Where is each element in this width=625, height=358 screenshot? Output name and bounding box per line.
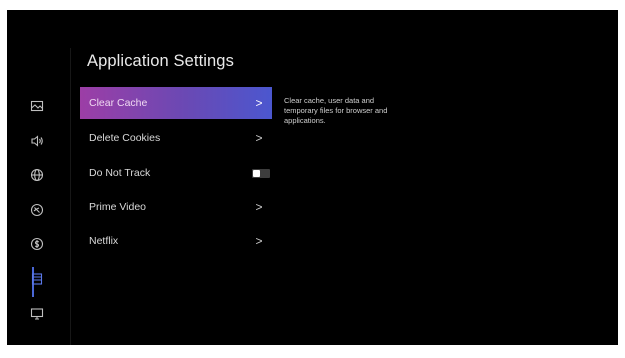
setting-description: Clear cache, user data and temporary fil… <box>284 96 388 125</box>
menu-item-delete-cookies[interactable]: Delete Cookies > <box>80 122 272 154</box>
applications-icon[interactable] <box>27 269 47 289</box>
chevron-right-icon: > <box>255 131 263 145</box>
settings-sidebar <box>7 10 70 345</box>
chevron-right-icon: > <box>255 234 263 248</box>
menu-item-prime-video[interactable]: Prime Video > <box>80 191 272 223</box>
do-not-track-toggle[interactable] <box>252 168 270 178</box>
toggle-knob <box>253 169 260 177</box>
menu-item-label: Prime Video <box>89 201 147 213</box>
menu-item-do-not-track[interactable]: Do Not Track <box>80 157 272 189</box>
sound-icon[interactable] <box>27 131 47 151</box>
menu-item-label: Clear Cache <box>89 97 148 109</box>
page-title: Application Settings <box>87 52 234 70</box>
menu-item-netflix[interactable]: Netflix > <box>80 225 272 257</box>
sidebar-divider <box>70 48 71 345</box>
menu-item-label: Netflix <box>89 235 119 247</box>
tv-screen: Application Settings Clear Cache > Delet… <box>7 10 618 345</box>
menu-item-label: Delete Cookies <box>89 132 161 144</box>
accessibility-icon[interactable] <box>27 200 47 220</box>
privacy-icon[interactable] <box>27 234 47 254</box>
menu-item-label: Do Not Track <box>89 167 151 179</box>
network-icon[interactable] <box>27 165 47 185</box>
picture-icon[interactable] <box>27 96 47 116</box>
menu-item-clear-cache[interactable]: Clear Cache > <box>80 87 272 119</box>
chevron-right-icon: > <box>255 200 263 214</box>
system-icon[interactable] <box>27 304 47 324</box>
chevron-right-icon: > <box>255 96 263 110</box>
